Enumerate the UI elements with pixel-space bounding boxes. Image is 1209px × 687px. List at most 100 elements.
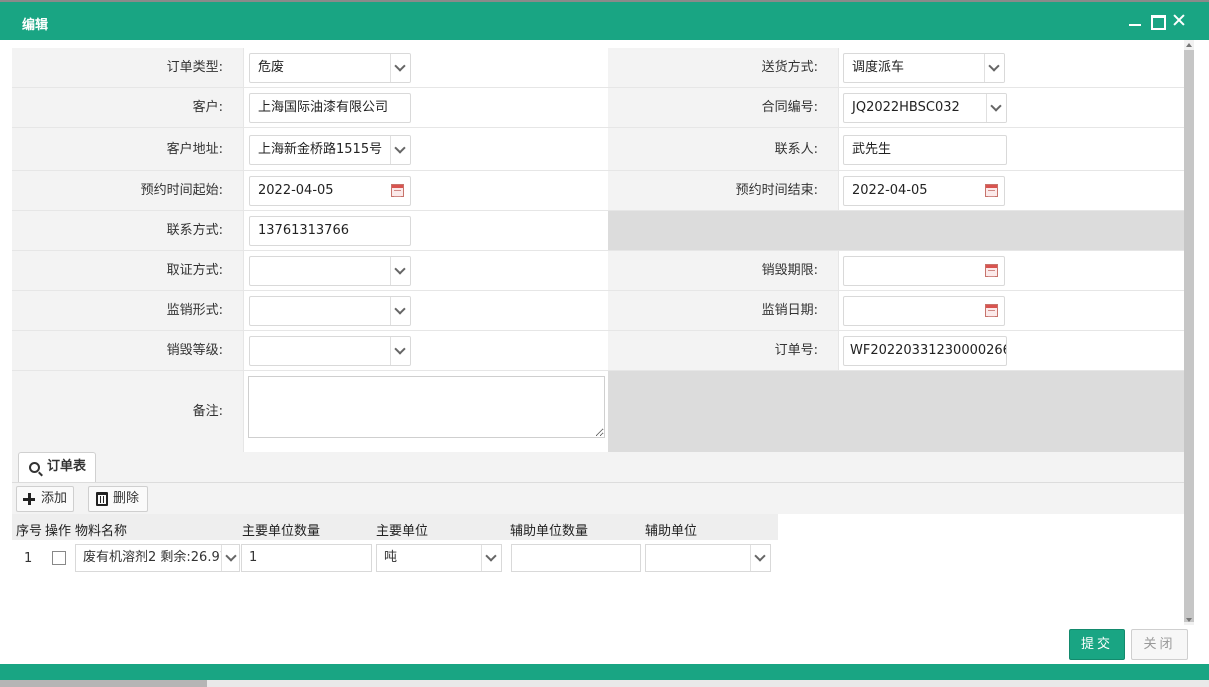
aux-unit-select[interactable] xyxy=(645,544,771,572)
scrollbar-thumb[interactable] xyxy=(1184,50,1194,622)
evidence-method-label: 取证方式: xyxy=(12,251,243,290)
vertical-scrollbar[interactable] xyxy=(1184,40,1194,625)
column-header: 主要单位 xyxy=(376,524,429,539)
destruction-deadline-input[interactable] xyxy=(843,256,1005,286)
trash-icon xyxy=(96,492,108,506)
empty-cell xyxy=(608,371,1184,452)
customer-address-select[interactable]: 上海新金桥路1515号 xyxy=(249,135,411,165)
row-checkbox[interactable] xyxy=(52,551,66,565)
main-unit-select[interactable]: 吨 xyxy=(376,544,502,572)
appointment-start-input[interactable]: 2022-04-05 xyxy=(249,176,411,206)
main-unit-value: 吨 xyxy=(384,550,398,565)
contract-no-cell: JQ2022HBSC032 xyxy=(838,88,1184,127)
contract-no-select[interactable]: JQ2022HBSC032 xyxy=(843,93,1007,123)
scroll-up-icon[interactable] xyxy=(1186,43,1192,47)
close-icon[interactable] xyxy=(1170,11,1188,29)
contact-person-cell: 武先生 xyxy=(838,128,1184,170)
order-type-value: 危废 xyxy=(258,60,285,75)
calendar-icon[interactable] xyxy=(985,184,998,197)
remark-label: 备注: xyxy=(12,371,243,452)
chevron-down-icon[interactable] xyxy=(984,54,1004,82)
customer-address-value: 上海新金桥路1515号 xyxy=(258,142,383,157)
table-row: 1 废有机溶剂2 剩余:26.97 1 吨 xyxy=(12,540,778,576)
form-row-level: 销毁等级: 订单号: WF2022033123000026687 xyxy=(12,331,1184,371)
edit-form: 订单类型: 危废 送货方式: 调度派车 客户: 上海国际油漆有限公司 合同编号:… xyxy=(12,48,1184,452)
table-header: 序号 操作 物料名称 主要单位数量 主要单位 辅助单位数量 辅助单位 xyxy=(12,514,778,540)
add-button[interactable]: 添加 xyxy=(16,486,74,512)
destruction-level-cell xyxy=(243,331,608,370)
contract-no-label: 合同编号: xyxy=(608,88,838,127)
form-row-appointment: 预约时间起始: 2022-04-05 预约时间结束: 2022-04-05 xyxy=(12,171,1184,211)
maximize-icon[interactable] xyxy=(1148,11,1166,30)
window-title: 编辑 xyxy=(22,18,49,33)
customer-cell: 上海国际油漆有限公司 xyxy=(243,88,608,127)
customer-address-label: 客户地址: xyxy=(12,128,243,170)
window-footer-bar xyxy=(0,664,1209,680)
supervision-form-cell xyxy=(243,291,608,330)
delete-button[interactable]: 删除 xyxy=(88,486,148,512)
close-button[interactable]: 关闭 xyxy=(1131,629,1188,660)
contact-info-cell: 13761313766 xyxy=(243,211,608,250)
form-row-contact-info: 联系方式: 13761313766 xyxy=(12,211,1184,251)
chevron-down-icon[interactable] xyxy=(221,545,239,571)
material-select[interactable]: 废有机溶剂2 剩余:26.97 xyxy=(75,544,240,572)
contact-info-label: 联系方式: xyxy=(12,211,243,250)
tab-strip xyxy=(12,452,1184,482)
chevron-down-icon[interactable] xyxy=(390,136,410,164)
order-type-select[interactable]: 危废 xyxy=(249,53,411,83)
contact-person-input[interactable]: 武先生 xyxy=(843,135,1007,165)
column-header: 序号 xyxy=(16,524,43,539)
plus-icon xyxy=(23,493,35,505)
delivery-method-cell: 调度派车 xyxy=(838,48,1184,87)
destruction-deadline-cell xyxy=(838,251,1184,290)
chevron-down-icon[interactable] xyxy=(750,545,770,571)
supervision-date-input[interactable] xyxy=(843,296,1005,326)
order-no-label: 订单号: xyxy=(608,331,838,370)
window-title-bar[interactable]: 编辑 xyxy=(0,2,1209,40)
evidence-method-select[interactable] xyxy=(249,256,411,286)
remark-textarea[interactable] xyxy=(248,376,605,438)
appointment-start-label: 预约时间起始: xyxy=(12,171,243,210)
destruction-level-select[interactable] xyxy=(249,336,411,366)
main-qty-input[interactable]: 1 xyxy=(241,544,372,572)
delete-button-label: 删除 xyxy=(113,491,140,506)
appointment-end-cell: 2022-04-05 xyxy=(838,171,1184,210)
chevron-down-icon[interactable] xyxy=(390,54,410,82)
order-no-input[interactable]: WF2022033123000026687 xyxy=(843,336,1007,366)
delivery-method-select[interactable]: 调度派车 xyxy=(843,53,1005,83)
calendar-icon[interactable] xyxy=(985,264,998,277)
minimize-icon[interactable] xyxy=(1126,11,1144,29)
chevron-down-icon[interactable] xyxy=(986,94,1006,122)
chevron-down-icon[interactable] xyxy=(390,337,410,365)
delivery-method-value: 调度派车 xyxy=(852,60,905,75)
column-header: 主要单位数量 xyxy=(242,524,321,539)
column-header: 辅助单位数量 xyxy=(510,524,589,539)
contract-no-value: JQ2022HBSC032 xyxy=(852,100,960,115)
appointment-end-input[interactable]: 2022-04-05 xyxy=(843,176,1005,206)
aux-qty-input[interactable] xyxy=(511,544,641,572)
supervision-form-select[interactable] xyxy=(249,296,411,326)
calendar-icon[interactable] xyxy=(391,184,404,197)
row-index: 1 xyxy=(24,551,33,566)
tab-order-table[interactable]: 订单表 xyxy=(18,452,96,482)
supervision-form-label: 监销形式: xyxy=(12,291,243,330)
scrollbar-thumb[interactable] xyxy=(0,680,207,687)
customer-input[interactable]: 上海国际油漆有限公司 xyxy=(249,93,411,123)
material-value: 废有机溶剂2 剩余:26.97 xyxy=(83,550,228,565)
table-toolbar: 添加 删除 xyxy=(12,482,1184,514)
contact-person-label: 联系人: xyxy=(608,128,838,170)
destruction-deadline-label: 销毁期限: xyxy=(608,251,838,290)
chevron-down-icon[interactable] xyxy=(481,545,501,571)
add-button-label: 添加 xyxy=(41,491,68,506)
contact-info-input[interactable]: 13761313766 xyxy=(249,216,411,246)
chevron-down-icon[interactable] xyxy=(390,297,410,325)
order-no-cell: WF2022033123000026687 xyxy=(838,331,1184,370)
chevron-down-icon[interactable] xyxy=(390,257,410,285)
column-header: 操作 xyxy=(45,524,72,539)
empty-cell xyxy=(608,211,1184,250)
horizontal-scrollbar[interactable] xyxy=(0,680,1209,687)
destruction-level-label: 销毁等级: xyxy=(12,331,243,370)
submit-button[interactable]: 提交 xyxy=(1069,629,1125,660)
calendar-icon[interactable] xyxy=(985,304,998,317)
scroll-down-icon[interactable] xyxy=(1186,618,1192,622)
